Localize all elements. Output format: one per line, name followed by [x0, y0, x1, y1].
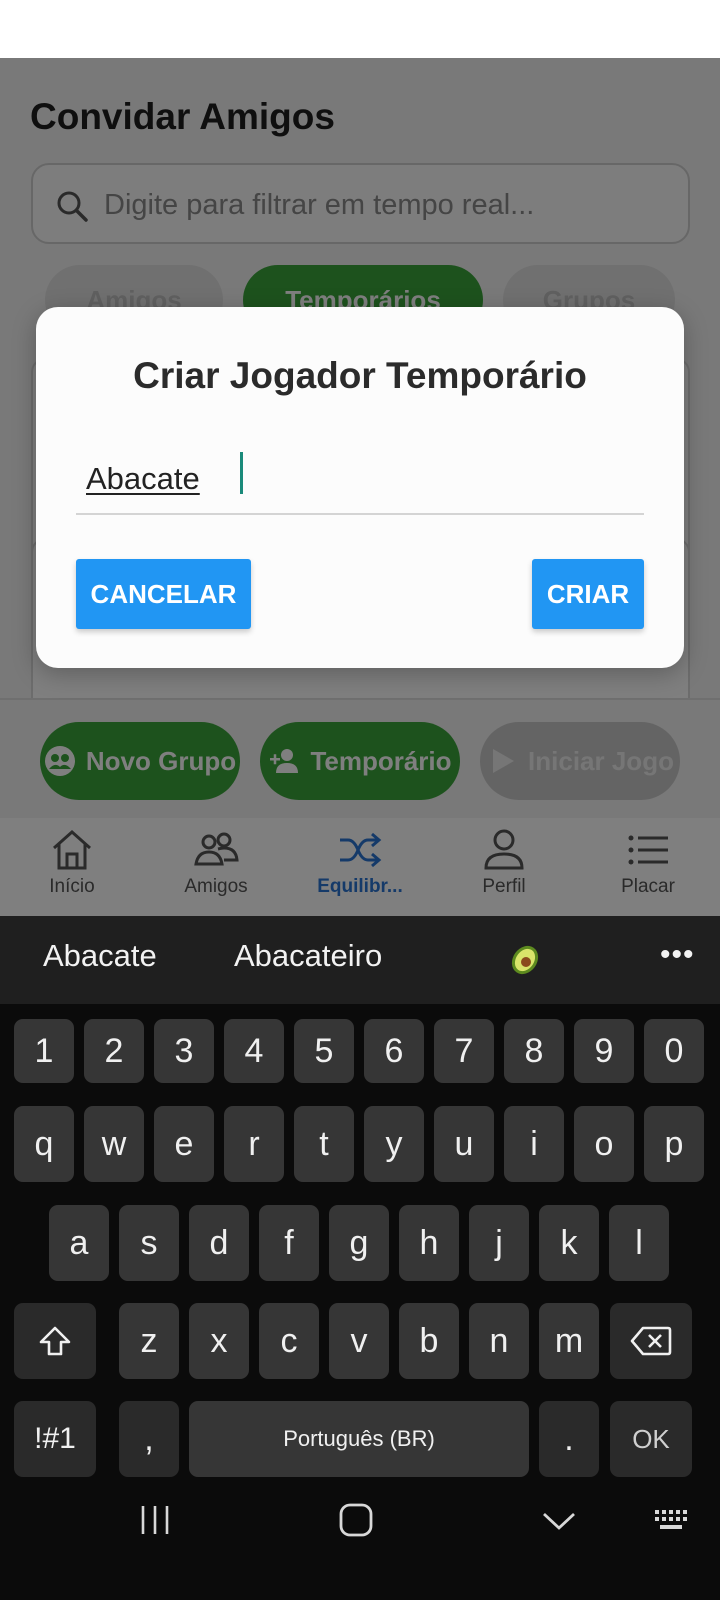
key-5[interactable]: 5 — [294, 1019, 354, 1083]
key-s[interactable]: s — [119, 1205, 179, 1281]
hide-keyboard-icon[interactable] — [539, 1500, 579, 1540]
create-temporary-player-dialog: Criar Jogador Temporário Abacate CANCELA… — [36, 307, 684, 668]
shift-icon — [39, 1326, 71, 1356]
key-k[interactable]: k — [539, 1205, 599, 1281]
key-g[interactable]: g — [329, 1205, 389, 1281]
key-w[interactable]: w — [84, 1106, 144, 1182]
suggestion-bar: Abacate Abacateiro ••• — [0, 916, 720, 1004]
text-caret — [240, 452, 243, 494]
key-0[interactable]: 0 — [644, 1019, 704, 1083]
symbols-key[interactable]: !#1 — [14, 1401, 96, 1477]
key-l[interactable]: l — [609, 1205, 669, 1281]
key-b[interactable]: b — [399, 1303, 459, 1379]
key-t[interactable]: t — [294, 1106, 354, 1182]
key-x[interactable]: x — [189, 1303, 249, 1379]
key-1[interactable]: 1 — [14, 1019, 74, 1083]
home-button-icon[interactable] — [336, 1500, 376, 1540]
key-4[interactable]: 4 — [224, 1019, 284, 1083]
key-r[interactable]: r — [224, 1106, 284, 1182]
key-n[interactable]: n — [469, 1303, 529, 1379]
key-o[interactable]: o — [574, 1106, 634, 1182]
system-nav-bar — [0, 1496, 720, 1600]
key-2[interactable]: 2 — [84, 1019, 144, 1083]
keyboard-switch-icon[interactable] — [652, 1500, 692, 1540]
key-j[interactable]: j — [469, 1205, 529, 1281]
backspace-icon — [630, 1326, 672, 1356]
player-name-value: Abacate — [86, 461, 200, 496]
player-name-field[interactable]: Abacate — [76, 435, 644, 515]
status-bar — [0, 0, 720, 58]
space-key[interactable]: Português (BR) — [189, 1401, 529, 1477]
cancel-button[interactable]: CANCELAR — [76, 559, 251, 629]
avocado-emoji-icon[interactable] — [505, 938, 545, 978]
recent-apps-icon[interactable] — [135, 1500, 175, 1540]
key-v[interactable]: v — [329, 1303, 389, 1379]
dialog-title: Criar Jogador Temporário — [133, 355, 587, 396]
key-8[interactable]: 8 — [504, 1019, 564, 1083]
key-7[interactable]: 7 — [434, 1019, 494, 1083]
key-f[interactable]: f — [259, 1205, 319, 1281]
key-i[interactable]: i — [504, 1106, 564, 1182]
more-options-icon[interactable]: ••• — [660, 938, 695, 972]
key-u[interactable]: u — [434, 1106, 494, 1182]
ok-key[interactable]: OK — [610, 1401, 692, 1477]
key-3[interactable]: 3 — [154, 1019, 214, 1083]
key-z[interactable]: z — [119, 1303, 179, 1379]
key-p[interactable]: p — [644, 1106, 704, 1182]
key-c[interactable]: c — [259, 1303, 319, 1379]
key-6[interactable]: 6 — [364, 1019, 424, 1083]
key-a[interactable]: a — [49, 1205, 109, 1281]
key-q[interactable]: q — [14, 1106, 74, 1182]
key-d[interactable]: d — [189, 1205, 249, 1281]
suggestion-2[interactable]: Abacateiro — [234, 938, 382, 974]
key-h[interactable]: h — [399, 1205, 459, 1281]
suggestion-1[interactable]: Abacate — [43, 938, 157, 974]
shift-key[interactable] — [14, 1303, 96, 1379]
comma-key[interactable]: , — [119, 1401, 179, 1477]
period-key[interactable]: . — [539, 1401, 599, 1477]
key-y[interactable]: y — [364, 1106, 424, 1182]
on-screen-keyboard: Abacate Abacateiro ••• 1 2 3 4 5 6 7 8 9… — [0, 916, 720, 1600]
key-9[interactable]: 9 — [574, 1019, 634, 1083]
backspace-key[interactable] — [610, 1303, 692, 1379]
key-m[interactable]: m — [539, 1303, 599, 1379]
key-e[interactable]: e — [154, 1106, 214, 1182]
create-button[interactable]: CRIAR — [532, 559, 644, 629]
